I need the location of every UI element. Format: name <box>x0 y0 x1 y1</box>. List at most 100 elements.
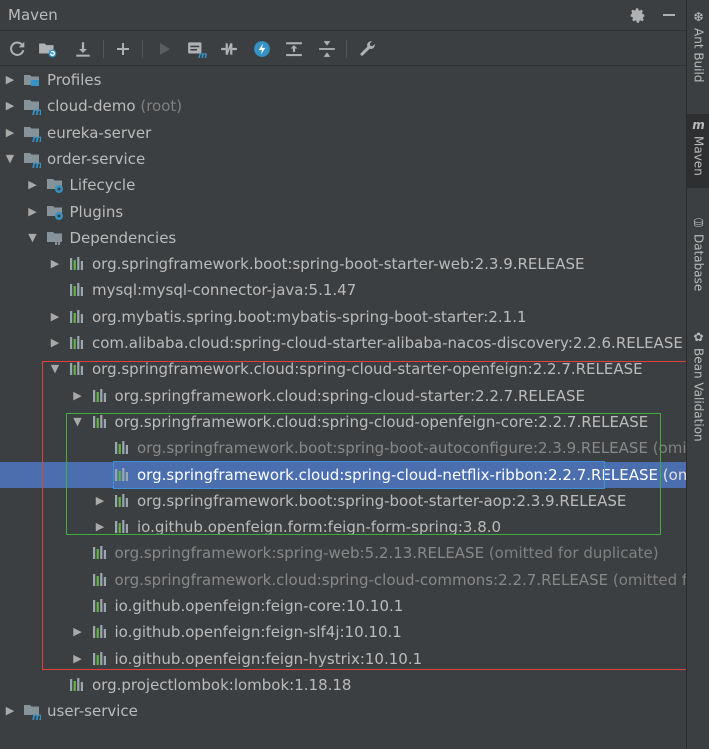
expanded-arrow-icon[interactable]: ▼ <box>49 362 61 376</box>
stripe-tab-database[interactable]: ⛁ Database <box>687 212 709 291</box>
tree-row[interactable]: mysql:mysql-connector-java:5.1.47 <box>0 277 686 303</box>
tree-row-label: Plugins <box>70 202 124 222</box>
show-dependencies-button[interactable] <box>282 37 306 61</box>
tree-row-text: org.springframework.cloud:spring-cloud-c… <box>114 570 609 589</box>
collapsed-arrow-icon[interactable]: ▶ <box>4 73 16 87</box>
add-maven-project-button[interactable] <box>111 37 135 61</box>
right-tool-stripe: ❆ Ant Build m Maven ⛁ Database ✿ Bean Va… <box>686 0 709 749</box>
tree-project-node[interactable]: ▼ m order-service <box>0 146 686 172</box>
run-maven-build-button[interactable] <box>152 37 176 61</box>
tree-row-text: Plugins <box>69 202 124 221</box>
folder-sync-icon <box>39 43 57 58</box>
maven-module-icon: m <box>23 150 42 171</box>
skip-tests-button[interactable] <box>250 37 274 61</box>
play-icon <box>160 43 170 55</box>
collapsed-arrow-icon[interactable]: ▶ <box>4 99 16 113</box>
tree-row-label: order-service <box>47 149 145 169</box>
tree-row-label: org.mybatis.spring.boot:mybatis-spring-b… <box>92 307 527 327</box>
tree-row[interactable]: ▶ Lifecycle <box>0 172 686 198</box>
tree-row[interactable]: ▼ org.springframework.cloud:spring-cloud-… <box>0 409 686 435</box>
tree-row-label: org.springframework.boot:spring-boot-aut… <box>137 438 686 458</box>
library-icon <box>68 334 86 352</box>
stripe-tab-maven[interactable]: m Maven <box>687 114 709 188</box>
svg-text:m: m <box>32 107 41 115</box>
collapsed-arrow-icon[interactable]: ▶ <box>4 126 16 140</box>
library-icon <box>91 387 109 405</box>
collapsed-arrow-icon[interactable]: ▶ <box>49 257 61 271</box>
tree-row-text: org.projectlombok:lombok:1.18.18 <box>92 675 352 694</box>
collapsed-arrow-icon[interactable]: ▶ <box>27 178 39 192</box>
tree-row[interactable]: ▶ Plugins <box>0 199 686 225</box>
library-icon <box>91 413 109 431</box>
tree-row[interactable]: ▶ org.springframework.cloud:spring-cloud-… <box>0 383 686 409</box>
collapsed-arrow-icon[interactable]: ▶ <box>72 389 84 403</box>
tool-window-header: Maven <box>0 0 686 31</box>
gear-icon[interactable] <box>626 4 648 26</box>
tree-row-label: Dependencies <box>70 228 177 248</box>
tree-row-label: io.github.openfeign:feign-core:10.10.1 <box>115 596 404 616</box>
tree-row[interactable]: ▶ io.github.openfeign.form:feign-form-spr… <box>0 514 686 540</box>
tree-row[interactable]: org.projectlombok:lombok:1.18.18 <box>0 672 686 698</box>
tree-row-label: com.alibaba.cloud:spring-cloud-starter-a… <box>92 333 683 353</box>
library-icon <box>68 360 86 378</box>
stripe-tab-ant-build[interactable]: ❆ Ant Build <box>687 6 709 82</box>
tree-row[interactable]: io.github.openfeign:feign-core:10.10.1 <box>0 593 686 619</box>
collapse-all-button[interactable] <box>315 37 339 61</box>
dependencies-folder-icon <box>46 229 64 247</box>
collapsed-arrow-icon[interactable]: ▶ <box>49 310 61 324</box>
collapsed-arrow-icon[interactable]: ▶ <box>94 520 106 534</box>
tree-row-text: io.github.openfeign:feign-hystrix:10.10.… <box>114 649 423 668</box>
tree-row-label: org.projectlombok:lombok:1.18.18 <box>92 675 351 695</box>
hide-icon[interactable] <box>658 4 680 26</box>
stripe-tab-bean-validation[interactable]: ✿ Bean Validation <box>687 326 709 442</box>
collapsed-arrow-icon[interactable]: ▶ <box>4 704 16 718</box>
tool-window-title: Maven <box>8 6 58 24</box>
ant-icon: ❆ <box>693 10 704 24</box>
tree-row[interactable]: org.springframework:spring-web:5.2.13.RE… <box>0 540 686 566</box>
library-icon <box>113 518 131 536</box>
tree-row[interactable]: ▶ org.springframework.boot:spring-boot-st… <box>0 488 686 514</box>
library-icon <box>113 492 131 510</box>
tree-row[interactable]: ▼ org.springframework.cloud:spring-cloud-… <box>0 356 686 382</box>
tree-row[interactable]: ▶ io.github.openfeign:feign-hystrix:10.10… <box>0 646 686 672</box>
tree-row[interactable]: org.springframework.cloud:spring-cloud-n… <box>0 461 686 488</box>
collapsed-arrow-icon[interactable]: ▶ <box>72 625 84 639</box>
collapsed-arrow-icon[interactable]: ▶ <box>49 336 61 350</box>
tree-row[interactable]: ▶ org.mybatis.spring.boot:mybatis-spring-… <box>0 304 686 330</box>
tree-row-text: org.springframework.boot:spring-boot-sta… <box>137 491 627 510</box>
tree-row-label: org.springframework.cloud:spring-cloud-n… <box>137 465 686 485</box>
library-icon <box>68 308 86 326</box>
tree-row[interactable]: ▶ org.springframework.boot:spring-boot-st… <box>0 251 686 277</box>
library-icon <box>113 439 131 457</box>
toggle-offline-mode-button[interactable] <box>217 37 241 61</box>
execute-maven-goal-button[interactable]: m <box>185 37 209 61</box>
download-sources-button[interactable] <box>71 37 95 61</box>
tree-row-text: cloud-demo <box>47 97 136 116</box>
svg-text:m: m <box>32 134 41 142</box>
tree-project-node[interactable]: ▶ m eureka-server <box>0 120 686 146</box>
tree-project-node[interactable]: ▶ m cloud-demo (root) <box>0 93 686 119</box>
tree-row[interactable]: ▶ com.alibaba.cloud:spring-cloud-starter-… <box>0 330 686 356</box>
tree-row-text: org.springframework.boot:spring-boot-aut… <box>137 439 648 458</box>
tree-row-label: io.github.openfeign.form:feign-form-spri… <box>137 517 501 537</box>
tree-row-text: user-service <box>47 702 138 721</box>
collapsed-arrow-icon[interactable]: ▶ <box>94 494 106 508</box>
tree-project-node[interactable]: ▶ m user-service <box>0 698 686 724</box>
reload-all-projects-button[interactable] <box>5 37 29 61</box>
tree-row[interactable]: org.springframework.cloud:spring-cloud-c… <box>0 567 686 593</box>
tree-row[interactable]: ▼ Dependencies <box>0 225 686 251</box>
collapsed-arrow-icon[interactable]: ▶ <box>72 652 84 666</box>
maven-projects-tree: ▶ Profiles ▶ m cloud-demo (root) ▶ m eureka-ser… <box>0 67 686 749</box>
tree-row[interactable]: ▶ io.github.openfeign:feign-slf4j:10.10.1 <box>0 619 686 645</box>
generate-sources-button[interactable] <box>36 37 60 61</box>
expanded-arrow-icon[interactable]: ▼ <box>4 152 16 166</box>
stripe-tab-label: Maven <box>691 136 706 176</box>
tree-row-label: cloud-demo (root) <box>47 96 182 116</box>
tree-row[interactable]: org.springframework.boot:spring-boot-aut… <box>0 435 686 461</box>
collapsed-arrow-icon[interactable]: ▶ <box>27 205 39 219</box>
tree-project-node[interactable]: ▶ Profiles <box>0 67 686 93</box>
maven-settings-button[interactable] <box>356 37 380 61</box>
expanded-arrow-icon[interactable]: ▼ <box>72 415 84 429</box>
expanded-arrow-icon[interactable]: ▼ <box>27 231 39 245</box>
tree-row-text: org.springframework.cloud:spring-cloud-s… <box>92 360 643 379</box>
